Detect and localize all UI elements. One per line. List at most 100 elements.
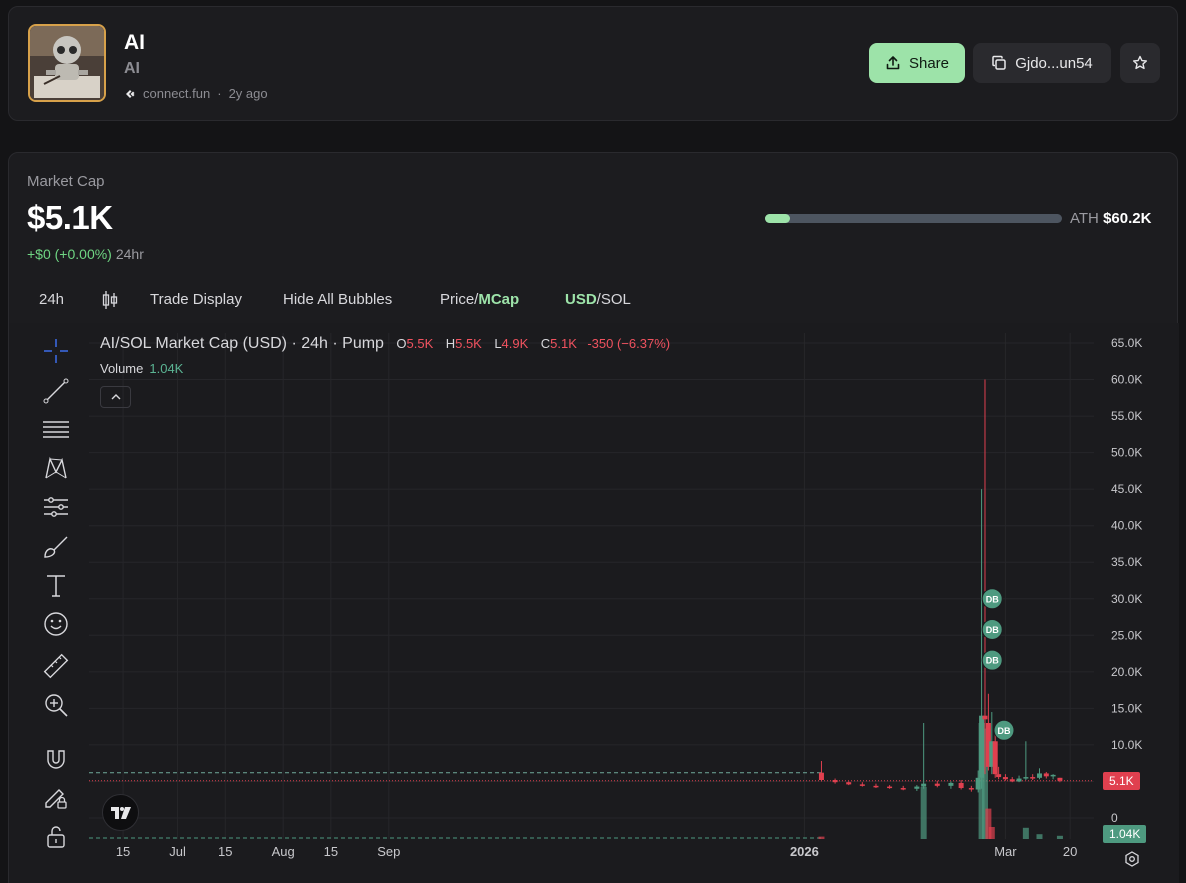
change-period: 24hr — [115, 246, 144, 262]
candle-body — [873, 785, 879, 788]
chart-area[interactable]: DB DB DB DB 65.0K 60.0K 55.0K 50.0K 45.0K 40.0K 3… — [9, 323, 1179, 883]
high-value: 5.5K — [455, 336, 482, 351]
chart-settings-icon[interactable] — [1124, 851, 1140, 867]
y-tick-label: 0 — [1111, 811, 1118, 825]
open-value: 5.5K — [406, 336, 434, 351]
hide-bubbles-button[interactable]: Hide All Bubbles — [283, 291, 392, 308]
currency-toggle[interactable]: USD/SOL — [565, 291, 631, 308]
tradingview-logo[interactable] — [102, 794, 139, 831]
candle-body — [1023, 777, 1029, 779]
chart-title: AI/SOL Market Cap (USD) · 24h · Pump — [100, 335, 384, 352]
share-button[interactable]: Share — [869, 43, 965, 83]
y-tick-label: 15.0K — [1111, 701, 1142, 715]
token-meta: connect.fun · 2y ago — [124, 86, 268, 101]
token-header: AI AI connect.fun · 2y ago Share Gjdo...… — [8, 6, 1178, 121]
x-tick-label: Sep — [377, 844, 400, 859]
token-name: AI — [124, 31, 145, 54]
volume-bar — [920, 787, 927, 839]
bubble-label: DB — [986, 594, 999, 604]
market-cap-value: $5.1K — [27, 199, 113, 236]
low-key: L — [494, 336, 502, 351]
interval-selector[interactable]: 24h — [39, 291, 64, 308]
bubble-label: DB — [986, 656, 999, 666]
tradingview-icon — [110, 806, 131, 819]
volume-bar — [818, 836, 825, 839]
chart-legend: AI/SOL Market Cap (USD) · 24h · Pump O5.… — [100, 335, 670, 353]
favorite-button[interactable] — [1120, 43, 1160, 83]
ath-label: ATH — [1070, 210, 1099, 227]
candle-body — [914, 786, 920, 789]
candle-body — [982, 715, 988, 720]
copy-address-button[interactable]: Gjdo...un54 — [973, 43, 1111, 83]
candle-type-button[interactable] — [101, 289, 119, 315]
y-tick-label: 55.0K — [1111, 409, 1142, 423]
market-cap-label: Market Cap — [27, 173, 105, 190]
ath-indicator: ATH $60.2K — [1070, 210, 1151, 227]
y-tick-label: 45.0K — [1111, 482, 1142, 496]
candle-body — [1057, 777, 1063, 781]
trade-bubble: DB — [993, 719, 1015, 741]
candle-body — [979, 715, 985, 778]
candle-body — [958, 782, 964, 789]
candle-body — [996, 774, 1002, 778]
candle-body — [1036, 773, 1042, 778]
candle-body — [1016, 778, 1022, 782]
candle-body — [992, 741, 998, 775]
volume-bar — [988, 827, 995, 839]
x-tick-label: 2026 — [790, 844, 819, 859]
token-age: 2y ago — [228, 86, 268, 101]
separator-dot: · — [217, 86, 222, 101]
volume-legend: Volume 1.04K — [100, 361, 183, 376]
close-value: 5.1K — [550, 336, 577, 351]
x-tick-label: 15 — [218, 844, 232, 859]
x-axis: 15 Jul 15 Aug 15 Sep 2026 Mar 20 — [116, 844, 1078, 859]
bubble-label: DB — [986, 625, 999, 635]
volume-bar — [1056, 835, 1063, 839]
trade-bubble: DB — [981, 649, 1003, 671]
y-tick-label: 60.0K — [1111, 373, 1142, 387]
volume-tag: 1.04K — [1103, 825, 1147, 843]
candle-body — [818, 772, 824, 780]
y-tick-label: 10.0K — [1111, 738, 1142, 752]
candle-body — [1002, 777, 1008, 780]
y-tick-label: 65.0K — [1111, 336, 1142, 350]
collapse-legend-button[interactable] — [100, 386, 131, 408]
candle-body — [1050, 774, 1056, 777]
x-tick-label: Mar — [994, 844, 1017, 859]
trade-bubble: DB — [981, 588, 1003, 610]
star-icon — [1133, 55, 1147, 70]
candle-body — [934, 783, 940, 786]
x-tick-label: Aug — [272, 844, 295, 859]
y-axis: 65.0K 60.0K 55.0K 50.0K 45.0K 40.0K 35.0K 30.0K… — [1111, 336, 1142, 825]
candle-body — [1009, 779, 1015, 782]
x-tick-label: 15 — [324, 844, 338, 859]
price-mcap-toggle[interactable]: Price/MCap — [440, 291, 519, 308]
volume-bar — [1022, 827, 1029, 839]
x-tick-label: 20 — [1063, 844, 1077, 859]
last-price-tag: 5.1K — [1103, 772, 1140, 790]
trade-display-button[interactable]: Trade Display — [150, 291, 242, 308]
volume-value: 1.04K — [149, 361, 184, 376]
y-tick-label: 50.0K — [1111, 446, 1142, 460]
candlestick-icon — [102, 291, 118, 309]
change-value: -350 (−6.37%) — [587, 336, 671, 351]
share-label: Share — [908, 54, 950, 72]
x-tick-label: Jul — [169, 844, 186, 859]
ath-value: $60.2K — [1103, 210, 1152, 227]
share-icon — [886, 56, 900, 70]
ath-progress-fill — [765, 214, 791, 223]
y-tick-label: 25.0K — [1111, 628, 1142, 642]
mcap-option: MCap — [478, 291, 520, 308]
bubble-label: DB — [998, 726, 1011, 736]
close-key: C — [540, 336, 551, 351]
platform-link[interactable]: connect.fun — [143, 86, 210, 101]
market-cap-change: +$0 (+0.00%) 24hr — [27, 246, 144, 262]
candle-body — [887, 786, 893, 789]
candlesticks — [818, 379, 1063, 793]
ath-progress-bar — [765, 214, 1062, 223]
usd-option: USD — [565, 291, 597, 308]
open-key: O — [396, 336, 407, 351]
market-cap-chart[interactable]: DB DB DB DB 65.0K 60.0K 55.0K 50.0K 45.0K 40.0K 3… — [9, 323, 1179, 883]
candle-body — [921, 783, 927, 787]
trade-bubble: DB — [981, 618, 1003, 640]
